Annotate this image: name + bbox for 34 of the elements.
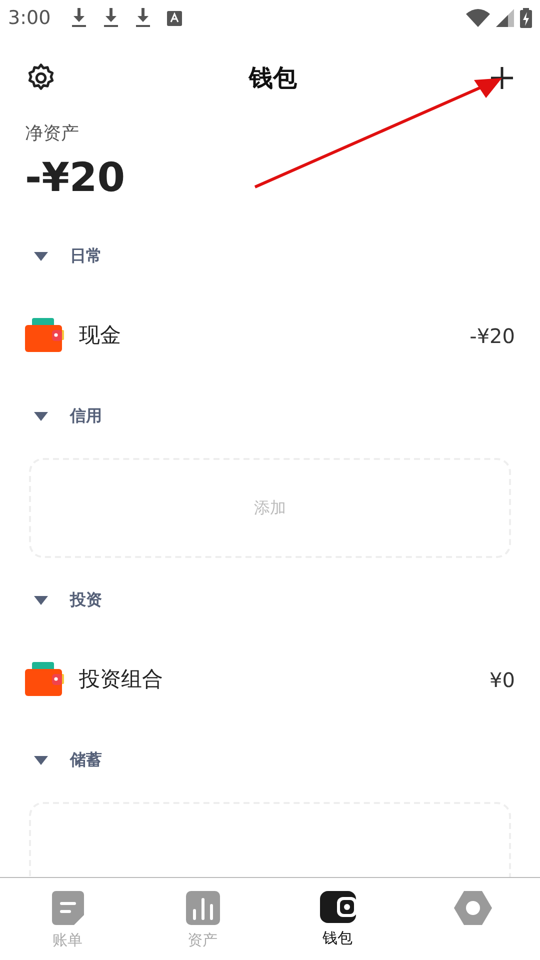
account-row[interactable]: 现金 -¥20: [0, 286, 540, 386]
collapse-icon[interactable]: [34, 412, 48, 420]
download-icon: [134, 8, 151, 28]
account-name: 投资组合: [79, 666, 163, 694]
section-title: 日常: [70, 245, 102, 267]
account-amount: ¥0: [490, 667, 515, 694]
account-amount: -¥20: [470, 323, 515, 350]
collapse-icon[interactable]: [34, 252, 48, 260]
page-title: 钱包: [247, 63, 298, 94]
section-title: 信用: [70, 405, 102, 427]
wifi-icon: [466, 9, 490, 27]
section-title: 储蓄: [70, 749, 102, 771]
battery-icon: [520, 8, 532, 28]
signal-icon: [496, 9, 514, 27]
net-worth-label: 净资产: [25, 122, 80, 146]
collapse-icon[interactable]: [34, 756, 48, 764]
wallet-icon: [25, 318, 65, 354]
nut-icon: [454, 891, 492, 925]
wallet-icon: [25, 662, 65, 698]
keyboard-icon: [166, 10, 182, 26]
collapse-icon[interactable]: [34, 596, 48, 604]
settings-icon[interactable]: [26, 63, 56, 93]
document-icon: [52, 891, 84, 925]
bar-chart-icon: [186, 891, 220, 925]
account-row[interactable]: 投资组合 ¥0: [0, 630, 540, 730]
status-time: 3:00: [8, 6, 51, 31]
net-worth-value: -¥20: [25, 154, 126, 203]
download-icon: [70, 8, 87, 28]
section-title: 投资: [70, 589, 102, 611]
download-icon: [102, 8, 119, 28]
account-name: 现金: [79, 322, 121, 350]
add-icon[interactable]: [490, 66, 514, 90]
tab[interactable]: 钱包: [270, 878, 405, 960]
wallet-icon: [320, 891, 356, 923]
